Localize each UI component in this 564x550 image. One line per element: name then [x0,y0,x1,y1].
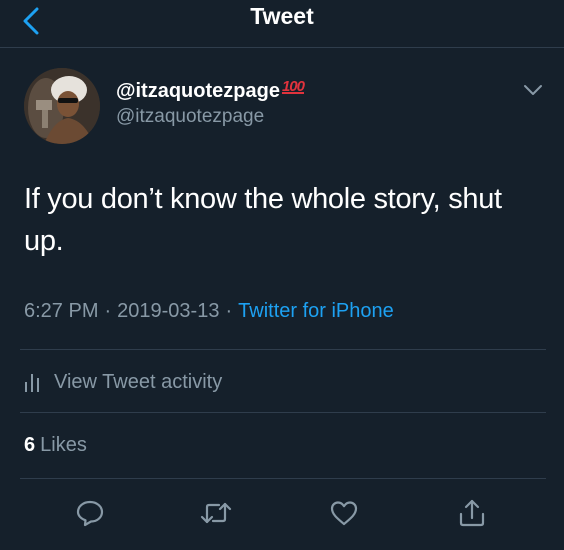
view-tweet-activity-button[interactable]: View Tweet activity [24,369,222,395]
page-title: Tweet [250,3,314,29]
avatar-image [24,68,100,144]
bar-chart-icon [25,374,39,392]
like-button[interactable] [327,496,361,530]
divider [20,478,546,479]
share-button[interactable] [455,496,489,530]
heart-icon [330,501,358,526]
tweet-text: If you don’t know the whole story, shut … [24,183,502,257]
author-handle[interactable]: @itzaquotezpage [116,106,264,128]
share-icon [459,499,485,527]
author-display-name[interactable]: @itzaquotezpage 100 [116,78,305,103]
likes-summary[interactable]: 6 Likes [24,434,87,457]
tweet-source-link[interactable]: Twitter for iPhone [238,300,394,322]
nav-header: Tweet [0,0,564,48]
meta-separator: · [104,300,112,322]
divider [20,349,546,350]
likes-label: Likes [40,434,87,456]
tweet-date: 2019-03-13 [117,300,220,322]
tweet-meta: 6:27 PM · 2019-03-13 · Twitter for iPhone [24,300,394,323]
view-tweet-activity-label: View Tweet activity [54,370,223,393]
author-name-text: @itzaquotezpage [116,80,280,102]
tweet-time: 6:27 PM [24,300,99,322]
retweet-button[interactable] [199,496,233,530]
avatar[interactable] [24,68,100,144]
tweet-detail-screen: Tweet @itzaquotezpage 100 @itzaquotezpage… [0,0,564,550]
divider [20,412,546,413]
meta-separator: · [225,300,233,322]
comment-icon [76,500,104,527]
tweet-menu-button[interactable] [522,82,544,98]
chevron-down-icon [524,85,542,95]
reply-button[interactable] [73,496,107,530]
hundred-points-emoji: 100 [281,78,305,95]
likes-count: 6 [24,434,36,456]
retweet-icon [200,502,232,524]
